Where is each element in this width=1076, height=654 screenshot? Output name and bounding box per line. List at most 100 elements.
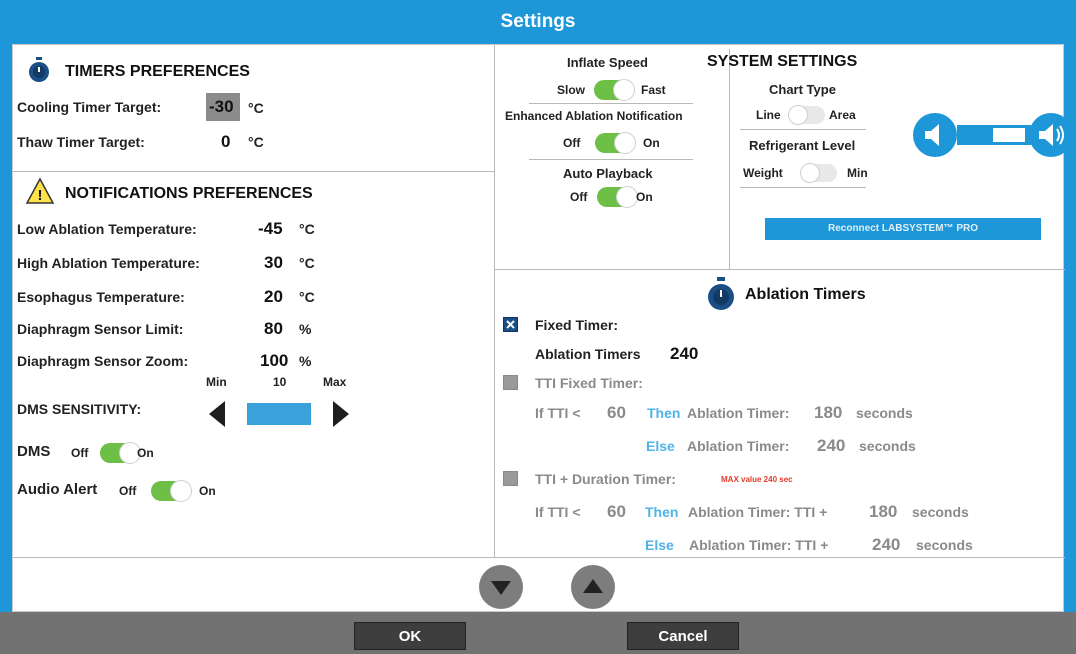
scroll-up-button[interactable] [571, 565, 615, 609]
timers-divider [13, 171, 494, 172]
refrigerant-min-label: Min [847, 166, 868, 180]
fixed-timer-checkbox[interactable] [503, 317, 518, 332]
bottom-divider [13, 557, 1065, 558]
duration-else-ablation-label: Ablation Timer: TTI + [689, 537, 829, 553]
volume-down-icon[interactable] [913, 113, 957, 157]
stopwatch-icon [705, 277, 737, 311]
tti-then-label: Then [647, 405, 681, 421]
duration-then-label: Then [645, 504, 679, 520]
volume-up-icon[interactable] [1029, 113, 1073, 157]
diaphragm-zoom-value[interactable]: 100 [260, 351, 288, 371]
chart-line-label: Line [756, 108, 781, 122]
duration-if-label: If TTI < [535, 504, 581, 520]
dms-off-label: Off [71, 446, 89, 460]
refrigerant-toggle[interactable] [800, 163, 837, 183]
ok-button[interactable]: OK [354, 622, 466, 650]
tti-then-value[interactable]: 180 [814, 403, 842, 423]
low-ablation-label: Low Ablation Temperature: [17, 221, 197, 237]
audio-off-label: Off [119, 484, 137, 498]
tti-then-ablation-label: Ablation Timer: [687, 405, 790, 421]
enhanced-notification-toggle[interactable] [595, 132, 636, 154]
refrigerant-level-label: Refrigerant Level [749, 138, 856, 153]
inflate-divider [529, 103, 693, 104]
auto-playback-toggle[interactable] [597, 186, 638, 208]
dms-sensitivity-bar[interactable] [247, 403, 311, 425]
high-ablation-value[interactable]: 30 [264, 253, 283, 273]
esophagus-unit: °C [299, 289, 315, 305]
cooling-timer-unit: °C [248, 100, 264, 116]
inflate-speed-label: Inflate Speed [567, 55, 648, 70]
tti-else-value[interactable]: 240 [817, 436, 845, 456]
audio-on-label: On [199, 484, 216, 498]
enhanced-off-label: Off [563, 136, 581, 150]
auto-off-label: Off [570, 190, 588, 204]
footer-bar: OK Cancel [0, 612, 1076, 654]
enhanced-on-label: On [643, 136, 660, 150]
fixed-timer-label: Fixed Timer: [535, 317, 618, 333]
system-divider [494, 269, 1065, 270]
dms-decrease-arrow-icon[interactable] [209, 401, 227, 427]
esophagus-value[interactable]: 20 [264, 287, 283, 307]
enhanced-notification-label: Enhanced Ablation Notification [505, 109, 683, 123]
esophagus-label: Esophagus Temperature: [17, 289, 185, 305]
stopwatch-icon [27, 57, 51, 83]
high-ablation-label: High Ablation Temperature: [17, 255, 200, 271]
tti-duration-label: TTI + Duration Timer: [535, 471, 676, 487]
duration-then-ablation-label: Ablation Timer: TTI + [688, 504, 828, 520]
tti-fixed-checkbox[interactable] [503, 375, 518, 390]
notifications-title: NOTIFICATIONS PREFERENCES [65, 185, 313, 202]
svg-text:!: ! [38, 187, 43, 204]
diaphragm-limit-value[interactable]: 80 [264, 319, 283, 339]
duration-else-value[interactable]: 240 [872, 535, 900, 555]
diaphragm-limit-unit: % [299, 321, 312, 337]
audio-alert-toggle[interactable] [151, 480, 192, 502]
chevron-down-icon [491, 581, 511, 595]
auto-playback-label: Auto Playback [563, 166, 653, 181]
cancel-button[interactable]: Cancel [627, 622, 739, 650]
inflate-slow-label: Slow [557, 83, 586, 97]
inflate-speed-toggle[interactable] [594, 79, 635, 101]
tti-fixed-label: TTI Fixed Timer: [535, 375, 643, 391]
low-ablation-value[interactable]: -45 [258, 219, 283, 239]
duration-value[interactable]: 60 [607, 502, 626, 522]
diaphragm-limit-label: Diaphragm Sensor Limit: [17, 321, 184, 337]
chart-divider [740, 129, 866, 130]
system-inner-divider [729, 49, 730, 269]
diaphragm-zoom-label: Diaphragm Sensor Zoom: [17, 353, 189, 369]
tti-else-ablation-label: Ablation Timer: [687, 438, 790, 454]
system-settings-title: SYSTEM SETTINGS [707, 53, 858, 70]
refrigerant-divider [740, 187, 866, 188]
reconnect-button[interactable]: Reconnect LABSYSTEM™ PRO [765, 218, 1041, 240]
high-ablation-unit: °C [299, 255, 315, 271]
dms-toggle[interactable] [100, 442, 141, 464]
dms-toggle-label: DMS [17, 443, 51, 460]
max-value-note: MAX value 240 sec [721, 475, 793, 484]
duration-then-value[interactable]: 180 [869, 502, 897, 522]
window-title: Settings [0, 0, 1076, 44]
duration-else-seconds: seconds [916, 537, 973, 553]
thaw-timer-label: Thaw Timer Target: [17, 134, 145, 150]
duration-else-label: Else [645, 537, 674, 553]
tti-duration-checkbox[interactable] [503, 471, 518, 486]
fixed-ablation-value[interactable]: 240 [670, 344, 698, 364]
settings-panel: TIMERS PREFERENCES Cooling Timer Target:… [12, 44, 1073, 612]
chevron-up-icon [583, 579, 603, 593]
fixed-ablation-label: Ablation Timers [535, 346, 641, 362]
scroll-down-button[interactable] [479, 565, 523, 609]
enhanced-divider [529, 159, 693, 160]
timers-title: TIMERS PREFERENCES [65, 63, 250, 80]
chart-type-toggle[interactable] [788, 105, 825, 125]
low-ablation-unit: °C [299, 221, 315, 237]
ablation-timers-title: Ablation Timers [745, 286, 866, 303]
tti-value[interactable]: 60 [607, 403, 626, 423]
volume-bar[interactable] [957, 125, 1031, 145]
thaw-timer-value[interactable]: 0 [221, 132, 230, 152]
audio-alert-label: Audio Alert [17, 481, 98, 498]
dms-value: 10 [273, 375, 287, 389]
tti-if-label: If TTI < [535, 405, 581, 421]
dms-max-label: Max [323, 375, 347, 389]
column-divider [494, 45, 495, 557]
duration-then-seconds: seconds [912, 504, 969, 520]
dms-sensitivity-label: DMS SENSITIVITY: [17, 401, 142, 417]
dms-increase-arrow-icon[interactable] [331, 401, 349, 427]
